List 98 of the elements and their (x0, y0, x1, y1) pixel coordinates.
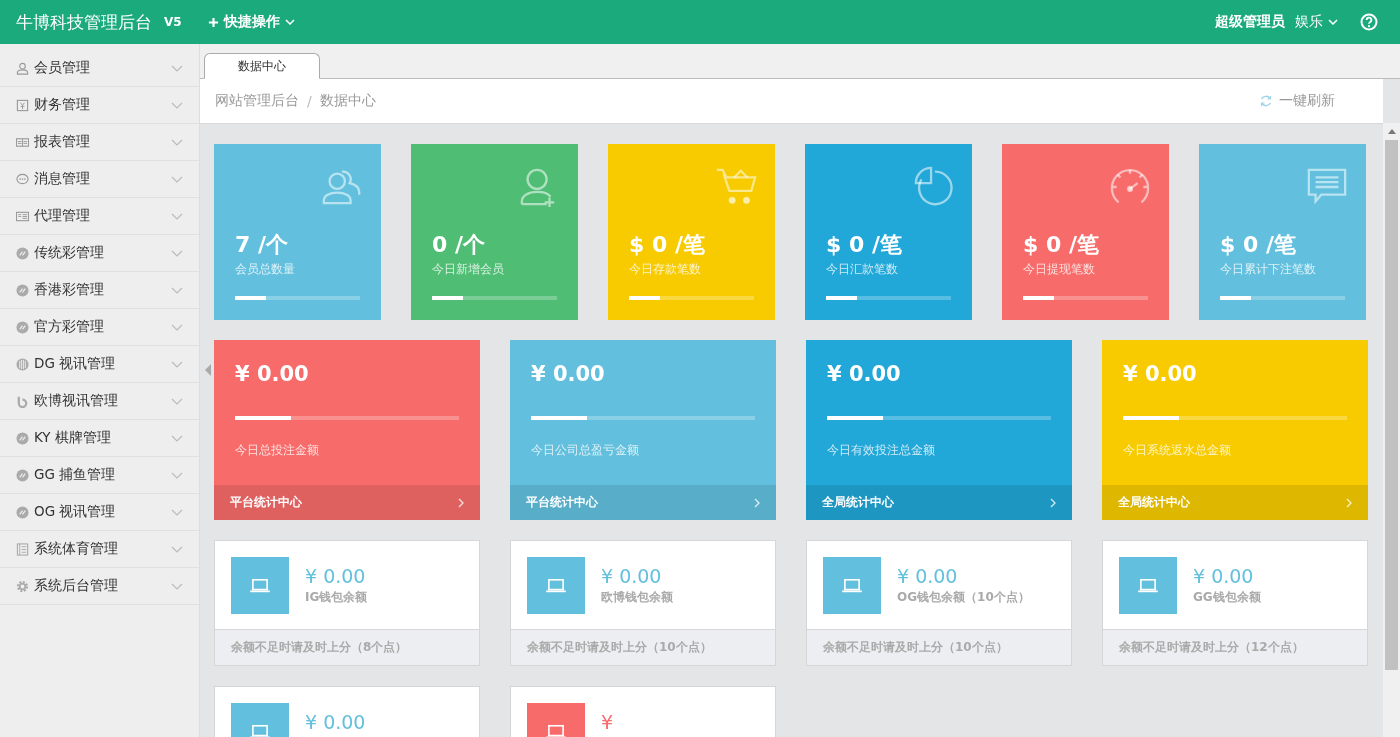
wallet-note: 余额不足时请及时上分（12个点） (1103, 629, 1367, 665)
wallet-amount: ¥ (601, 711, 614, 733)
wallet-note: 余额不足时请及时上分（10个点） (807, 629, 1071, 665)
chevron-icon (171, 101, 183, 109)
sidebar-item[interactable]: 报表管理 (0, 124, 199, 161)
stat-label: 今日累计下注笔数 (1220, 261, 1317, 278)
sidebar-item[interactable]: OG 视讯管理 (0, 494, 199, 531)
stat-label: 今日提现笔数 (1023, 261, 1096, 278)
message-icon (16, 172, 29, 186)
chevron-icon (1050, 497, 1056, 508)
stat-label: 会员总数量 (235, 261, 296, 278)
chevron-icon (171, 138, 183, 146)
breadcrumb-separator: / (307, 93, 312, 109)
wallet-amount: ¥ 0.00 (305, 711, 366, 733)
wallet-label: GG钱包余额 (1193, 589, 1261, 606)
lottery-icon (16, 431, 29, 445)
tab[interactable]: 数据中心 (204, 53, 320, 79)
chevron-icon (171, 508, 183, 516)
scroll-up-icon[interactable] (1387, 129, 1396, 134)
app-title: 牛博科技管理后台 (16, 10, 152, 34)
finance-icon (16, 98, 29, 112)
wallet-amount: ¥ 0.00 (305, 565, 367, 587)
lottery-icon (16, 283, 29, 297)
chevron-icon (171, 434, 183, 442)
scrollbar[interactable] (1383, 123, 1400, 737)
user-name: 超级管理员 (1215, 13, 1285, 31)
lottery-icon (16, 320, 29, 334)
lottery-icon (16, 505, 29, 519)
chevron-icon (171, 286, 183, 294)
wallet-label: 欧博钱包余额 (601, 589, 673, 606)
wallet-amount: ¥ 0.00 (897, 565, 959, 587)
plus-icon (207, 16, 219, 28)
chevron-icon (171, 212, 183, 220)
collapse-icon[interactable] (205, 364, 211, 376)
stat-label: 今日汇款笔数 (826, 261, 899, 278)
sidebar-item[interactable]: 传统彩管理 (0, 235, 199, 272)
amount: ¥ 0.00 (827, 362, 902, 386)
chevron-icon (754, 497, 760, 508)
chevron-icon (171, 360, 183, 368)
stat-value: $ 0 /笔 (629, 231, 706, 259)
sidebar-item[interactable]: 财务管理 (0, 87, 199, 124)
sidebar-item[interactable]: 会员管理 (0, 50, 199, 87)
chevron-icon (171, 397, 183, 405)
stat-value: 0 /个 (432, 231, 486, 259)
sidebar-item[interactable]: 消息管理 (0, 161, 199, 198)
stat-label: 今日新增会员 (432, 261, 505, 278)
wallet-amount: ¥ 0.00 (601, 565, 663, 587)
chevron-icon (171, 545, 183, 553)
summary-label: 今日公司总盈亏金额 (531, 442, 640, 459)
amount: ¥ 0.00 (1123, 362, 1198, 386)
refresh-icon (1259, 94, 1273, 108)
amount: ¥ 0.00 (235, 362, 310, 386)
chevron-icon (171, 175, 183, 183)
statistics-link[interactable]: 平台统计中心 (214, 485, 480, 520)
wallet-note: 余额不足时请及时上分（8个点） (215, 629, 479, 665)
chevron-icon (171, 323, 183, 331)
caret-icon (284, 19, 295, 25)
stat-value: $ 0 /笔 (1220, 231, 1297, 259)
pie-chart-icon (912, 166, 954, 208)
video-icon (16, 357, 29, 371)
agent-icon (16, 209, 29, 223)
help-icon[interactable] (1360, 13, 1378, 31)
sidebar-item[interactable]: 欧博视讯管理 (0, 383, 199, 420)
caret-icon (1328, 19, 1338, 25)
gear-icon (16, 579, 29, 593)
stat-value: 7 /个 (235, 231, 289, 259)
chevron-icon (1346, 497, 1352, 508)
stat-value: $ 0 /笔 (1023, 231, 1100, 259)
chevron-icon (171, 471, 183, 479)
version-label: V5 (164, 15, 182, 29)
wallet-amount: ¥ 0.00 (1193, 565, 1255, 587)
chevron-icon (171, 249, 183, 257)
sidebar-item[interactable]: KY 棋牌管理 (0, 420, 199, 457)
chevron-icon (171, 64, 183, 72)
summary-label: 今日系统返水总金额 (1123, 442, 1232, 459)
wallet-label: OG钱包余额（10个点） (897, 589, 1030, 606)
report-icon (16, 135, 29, 149)
chevron-icon (458, 497, 464, 508)
sidebar-item[interactable]: 官方彩管理 (0, 309, 199, 346)
amount: ¥ 0.00 (531, 362, 606, 386)
ob-icon (16, 394, 29, 408)
sidebar-item[interactable]: 系统体育管理 (0, 531, 199, 568)
sidebar-item[interactable]: GG 捕鱼管理 (0, 457, 199, 494)
lottery-icon (16, 468, 29, 482)
summary-label: 今日总投注金额 (235, 442, 320, 459)
stat-value: $ 0 /笔 (826, 231, 903, 259)
wallet-label: IG钱包余额 (305, 589, 368, 606)
sidebar-item[interactable]: 香港彩管理 (0, 272, 199, 309)
chevron-icon (171, 582, 183, 590)
sidebar-item[interactable]: DG 视讯管理 (0, 346, 199, 383)
sidebar-item[interactable]: 系统后台管理 (0, 568, 199, 605)
stat-label: 今日存款笔数 (629, 261, 702, 278)
sidebar-item[interactable]: 代理管理 (0, 198, 199, 235)
wallet-note: 余额不足时请及时上分（10个点） (511, 629, 775, 665)
summary-label: 今日有效投注总金额 (827, 442, 936, 459)
sports-icon (16, 542, 29, 556)
user-icon (16, 61, 29, 75)
lottery-icon (16, 246, 29, 260)
